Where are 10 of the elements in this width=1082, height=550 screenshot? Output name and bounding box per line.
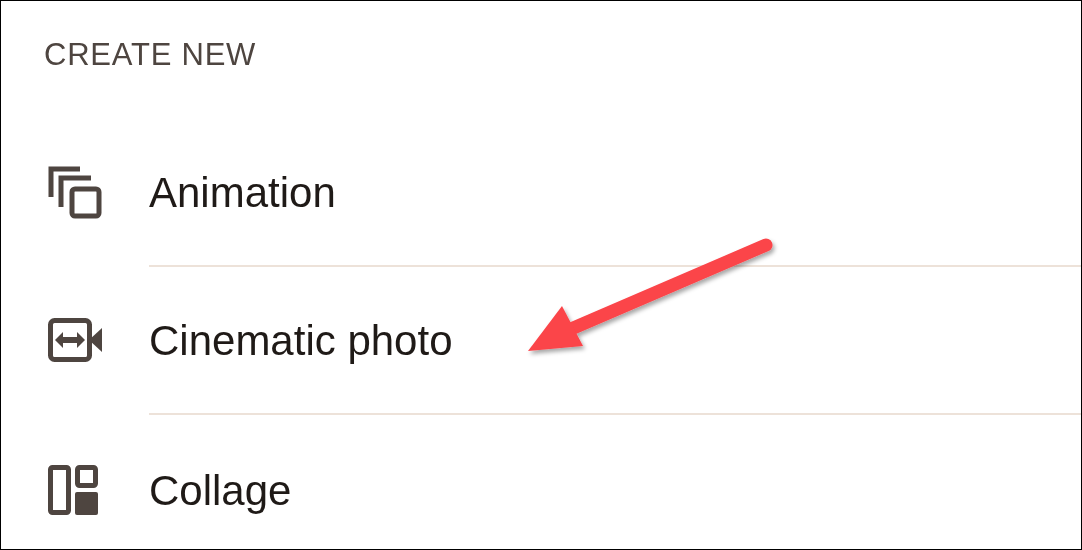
stacked-squares-icon xyxy=(48,165,102,219)
menu-item[interactable]: Animation xyxy=(1,119,1081,265)
menu-item[interactable]: Collage xyxy=(1,415,1081,549)
menu-item-label: Cinematic photo xyxy=(149,315,453,366)
menu-item-label: Collage xyxy=(149,465,292,516)
section-title: CREATE NEW xyxy=(44,37,257,72)
menu-item-label: Animation xyxy=(149,167,336,218)
menu-item[interactable]: Cinematic photo xyxy=(1,267,1081,413)
layout-icon xyxy=(48,465,98,515)
video-camera-icon xyxy=(48,318,102,362)
